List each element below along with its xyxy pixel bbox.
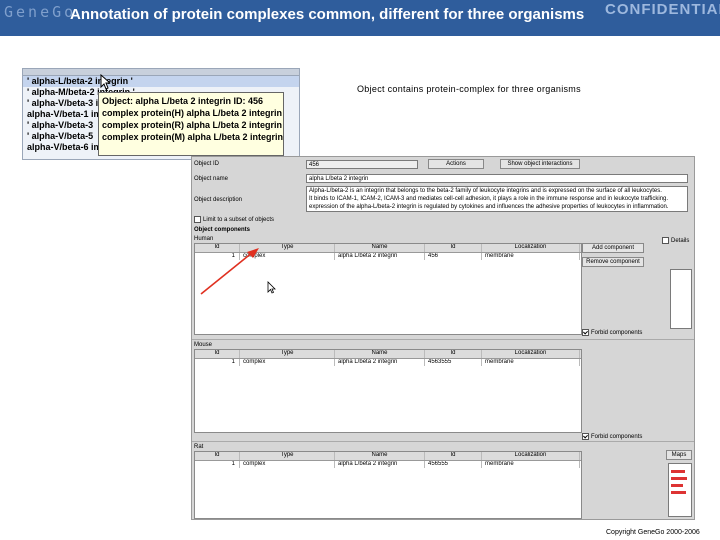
cell: 4563555 (425, 359, 482, 366)
object-description-label: Object description (194, 197, 243, 203)
table-row[interactable]: 1 complex alpha L/beta 2 integrin 456355… (195, 359, 581, 366)
map-link[interactable] (671, 484, 683, 487)
table-row[interactable]: 1 complex alpha L/beta 2 integrin 456555… (195, 461, 581, 468)
cell: 1 (195, 461, 240, 468)
slide-subtitle: Object contains protein-complex for thre… (357, 84, 581, 94)
copyright-text: Copyright GeneGo 2000-2006 (606, 529, 700, 536)
column-header[interactable]: Localization (482, 452, 580, 460)
divider (192, 441, 694, 442)
mouse-cursor-icon (267, 281, 276, 294)
column-header[interactable]: Localization (482, 350, 580, 358)
checkbox-icon[interactable] (194, 216, 201, 223)
checkbox-icon[interactable] (662, 237, 669, 244)
description-line: It binds to ICAM-1, ICAM-2, ICAM-3 and m… (309, 196, 669, 202)
column-header[interactable]: Type (240, 452, 335, 460)
column-header[interactable]: Id (195, 350, 240, 358)
cell: complex (240, 359, 335, 366)
list-item[interactable]: ' alpha-L/beta-2 integrin ' (23, 76, 299, 87)
details-panel (670, 269, 692, 329)
limit-label: Limit to a subset of objects (203, 217, 275, 224)
cell: membrane (482, 359, 580, 366)
details-text: Details (671, 238, 690, 245)
add-component-button[interactable]: Add component (582, 243, 644, 253)
slide-title: Annotation of protein complexes common, … (70, 6, 585, 23)
list-header (23, 69, 299, 76)
object-id-field[interactable]: 456 (306, 160, 418, 169)
column-header[interactable]: Id (425, 244, 482, 252)
cell: alpha L/beta 2 integrin (335, 461, 425, 468)
column-header[interactable]: Name (335, 244, 425, 252)
forbid-components-mouse[interactable]: Forbid components (582, 433, 642, 440)
tooltip-line: complex protein(R) alpha L/beta 2 integr… (102, 120, 283, 130)
object-name-label: Object name (194, 176, 229, 182)
object-id-label: Object ID (194, 161, 220, 167)
column-header[interactable]: Id (425, 452, 482, 460)
table-header: Id Type Name Id Localization (195, 350, 581, 359)
column-header[interactable]: Name (335, 452, 425, 460)
cell: alpha L/beta 2 integrin (335, 359, 425, 366)
forbid-label: Forbid components (591, 434, 643, 441)
divider (192, 339, 694, 340)
mouse-cursor-icon (100, 74, 110, 90)
map-link[interactable] (671, 491, 686, 494)
components-table-rat: Id Type Name Id Localization 1 complex a… (194, 451, 582, 519)
object-description-field[interactable]: Alpha-L/beta-2 is an integrin that belon… (306, 186, 688, 212)
cell: alpha L/beta 2 integrin (335, 253, 425, 260)
cell: membrane (482, 461, 580, 468)
tooltip-line: complex protein(H) alpha L/beta 2 integr… (102, 108, 283, 118)
description-line: expression of the alpha-L/beta-2 integri… (309, 204, 669, 210)
object-components-label: Object components (194, 227, 251, 233)
column-header[interactable]: Localization (482, 244, 580, 252)
tooltip-line: Object: alpha L/beta 2 integrin ID: 456 (102, 96, 264, 106)
cell: 1 (195, 359, 240, 366)
column-header[interactable]: Type (240, 350, 335, 358)
table-header: Id Type Name Id Localization (195, 452, 581, 461)
maps-panel (668, 463, 692, 517)
maps-tab[interactable]: Maps (666, 450, 692, 460)
cell: 456555 (425, 461, 482, 468)
show-interactions-button[interactable]: Show object interactions (500, 159, 580, 169)
checkbox-icon[interactable] (582, 329, 589, 336)
genego-logo: GeneGo (4, 3, 77, 21)
column-header[interactable]: Name (335, 350, 425, 358)
cell: 456 (425, 253, 482, 260)
description-line: Alpha-L/beta-2 is an integrin that belon… (309, 188, 662, 194)
cell: membrane (482, 253, 580, 260)
column-header[interactable]: Id (195, 452, 240, 460)
forbid-components-human[interactable]: Forbid components (582, 329, 642, 336)
confidential-label: CONFIDENTIAL (605, 1, 720, 18)
actions-button[interactable]: Actions (428, 159, 484, 169)
column-header[interactable]: Id (425, 350, 482, 358)
components-table-mouse: Id Type Name Id Localization 1 complex a… (194, 349, 582, 433)
limit-checkbox[interactable]: Limit to a subset of objects (194, 216, 274, 223)
tooltip-line: complex protein(M) alpha L/beta 2 integr… (102, 132, 284, 142)
checkbox-icon[interactable] (582, 433, 589, 440)
forbid-label: Forbid components (591, 330, 643, 337)
object-editor-window: Object ID 456 Actions Show object intera… (191, 156, 695, 520)
remove-component-button[interactable]: Remove component (582, 257, 644, 267)
map-link[interactable] (671, 470, 685, 473)
map-link[interactable] (671, 477, 687, 480)
group-label-mouse: Mouse (194, 342, 213, 348)
object-name-field[interactable]: alpha L/beta 2 integrin (306, 174, 688, 183)
details-label[interactable]: Details (662, 237, 689, 244)
annotation-arrow-icon (200, 248, 259, 295)
object-tooltip: Object: alpha L/beta 2 integrin ID: 456 … (98, 92, 284, 156)
group-label-human: Human (194, 236, 214, 242)
group-label-rat: Rat (194, 444, 204, 450)
cell: complex (240, 461, 335, 468)
